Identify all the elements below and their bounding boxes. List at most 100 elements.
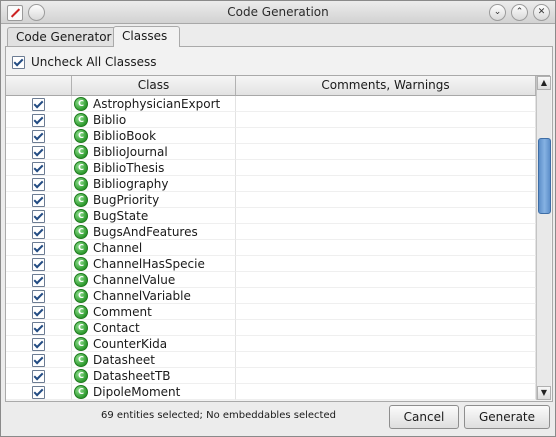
row-checkbox[interactable] bbox=[32, 306, 45, 319]
row-checkbox[interactable] bbox=[32, 146, 45, 159]
table-row[interactable]: C BugPriority bbox=[6, 192, 536, 208]
row-check-cell bbox=[6, 272, 72, 288]
table-row[interactable]: C Contact bbox=[6, 320, 536, 336]
window-title: Code Generation bbox=[227, 5, 329, 19]
table-row[interactable]: C Bibliography bbox=[6, 176, 536, 192]
tab-classes[interactable]: Classes bbox=[113, 26, 180, 47]
column-header-comments[interactable]: Comments, Warnings bbox=[236, 76, 536, 95]
row-comment-cell bbox=[236, 144, 536, 160]
uncheck-all-row[interactable]: Uncheck All Classess bbox=[12, 54, 156, 70]
row-class-cell: C Biblio bbox=[72, 112, 236, 128]
table-row[interactable]: C ChannelVariable bbox=[6, 288, 536, 304]
table-row[interactable]: C ChannelValue bbox=[6, 272, 536, 288]
table-row[interactable]: C BiblioThesis bbox=[6, 160, 536, 176]
row-class-cell: C ChannelVariable bbox=[72, 288, 236, 304]
table-row[interactable]: C CounterKida bbox=[6, 336, 536, 352]
column-header-class[interactable]: Class bbox=[72, 76, 236, 95]
class-icon: C bbox=[74, 272, 88, 287]
class-name: BugsAndFeatures bbox=[93, 224, 198, 239]
scroll-up-button[interactable]: ▲ bbox=[537, 76, 551, 90]
class-name: ChannelValue bbox=[93, 272, 176, 287]
class-name: BiblioJournal bbox=[93, 144, 168, 159]
title-bar[interactable]: Code Generation ⌄ ⌃ ✕ bbox=[1, 1, 555, 24]
close-button[interactable]: ✕ bbox=[533, 4, 550, 21]
class-icon: C bbox=[74, 336, 88, 351]
row-checkbox[interactable] bbox=[32, 130, 45, 143]
row-checkbox[interactable] bbox=[32, 354, 45, 367]
row-check-cell bbox=[6, 304, 72, 320]
row-checkbox[interactable] bbox=[32, 370, 45, 383]
class-name: Comment bbox=[93, 304, 152, 319]
class-icon: C bbox=[74, 224, 88, 239]
row-class-cell: C BiblioThesis bbox=[72, 160, 236, 176]
generate-button[interactable]: Generate bbox=[464, 405, 550, 429]
row-comment-cell bbox=[236, 112, 536, 128]
row-checkbox[interactable] bbox=[32, 242, 45, 255]
row-checkbox[interactable] bbox=[32, 162, 45, 175]
row-checkbox[interactable] bbox=[32, 210, 45, 223]
row-checkbox[interactable] bbox=[32, 194, 45, 207]
row-class-cell: C BugsAndFeatures bbox=[72, 224, 236, 240]
table-row[interactable]: C AstrophysicianExport bbox=[6, 96, 536, 112]
table-row[interactable]: C ChannelHasSpecie bbox=[6, 256, 536, 272]
row-checkbox[interactable] bbox=[32, 114, 45, 127]
tab-code-generator[interactable]: Code Generator bbox=[7, 27, 121, 46]
scroll-thumb[interactable] bbox=[538, 138, 551, 214]
row-class-cell: C Bibliography bbox=[72, 176, 236, 192]
class-name: BugPriority bbox=[93, 192, 160, 207]
table-row[interactable]: C BugsAndFeatures bbox=[6, 224, 536, 240]
vertical-scrollbar[interactable]: ▲ ▼ bbox=[536, 76, 551, 400]
row-check-cell bbox=[6, 320, 72, 336]
uncheck-all-label: Uncheck All Classess bbox=[31, 55, 157, 69]
table-row[interactable]: C Biblio bbox=[6, 112, 536, 128]
row-class-cell: C Channel bbox=[72, 240, 236, 256]
table-row[interactable]: C BugState bbox=[6, 208, 536, 224]
class-name: Datasheet bbox=[93, 352, 155, 367]
row-check-cell bbox=[6, 288, 72, 304]
row-class-cell: C Datasheet bbox=[72, 352, 236, 368]
row-checkbox[interactable] bbox=[32, 322, 45, 335]
row-comment-cell bbox=[236, 128, 536, 144]
maximize-button[interactable]: ⌃ bbox=[511, 4, 528, 21]
scroll-down-button[interactable]: ▼ bbox=[537, 386, 551, 400]
class-icon: C bbox=[74, 384, 88, 399]
row-class-cell: C DatasheetTB bbox=[72, 368, 236, 384]
row-class-cell: C Comment bbox=[72, 304, 236, 320]
class-name: Contact bbox=[93, 320, 140, 335]
minimize-button[interactable]: ⌄ bbox=[489, 4, 506, 21]
class-name: DipoleMoment bbox=[93, 384, 181, 399]
class-name: ChannelHasSpecie bbox=[93, 256, 205, 271]
row-check-cell bbox=[6, 336, 72, 352]
table-row[interactable]: C Channel bbox=[6, 240, 536, 256]
table-row[interactable]: C Datasheet bbox=[6, 352, 536, 368]
class-name: Channel bbox=[93, 240, 143, 255]
row-class-cell: C BiblioJournal bbox=[72, 144, 236, 160]
row-checkbox[interactable] bbox=[32, 98, 45, 111]
class-name: Bibliography bbox=[93, 176, 169, 191]
row-comment-cell bbox=[236, 256, 536, 272]
row-checkbox[interactable] bbox=[32, 290, 45, 303]
row-comment-cell bbox=[236, 272, 536, 288]
column-header-check[interactable] bbox=[6, 76, 72, 95]
row-comment-cell bbox=[236, 304, 536, 320]
row-class-cell: C ChannelHasSpecie bbox=[72, 256, 236, 272]
uncheck-all-checkbox[interactable] bbox=[12, 55, 25, 69]
cancel-button[interactable]: Cancel bbox=[389, 405, 459, 429]
row-checkbox[interactable] bbox=[32, 274, 45, 287]
row-checkbox[interactable] bbox=[32, 258, 45, 271]
table-row[interactable]: C BiblioJournal bbox=[6, 144, 536, 160]
table-row[interactable]: C BiblioBook bbox=[6, 128, 536, 144]
row-comment-cell bbox=[236, 224, 536, 240]
classes-table: Class Comments, Warnings C Astrophysician… bbox=[6, 75, 551, 400]
row-check-cell bbox=[6, 352, 72, 368]
row-checkbox[interactable] bbox=[32, 178, 45, 191]
table-row[interactable]: C DatasheetTB bbox=[6, 368, 536, 384]
row-checkbox[interactable] bbox=[32, 338, 45, 351]
table-row[interactable]: C DipoleMoment bbox=[6, 384, 536, 400]
row-check-cell bbox=[6, 208, 72, 224]
row-checkbox[interactable] bbox=[32, 386, 45, 399]
row-checkbox[interactable] bbox=[32, 226, 45, 239]
row-comment-cell bbox=[236, 384, 536, 400]
class-icon: C bbox=[74, 320, 88, 335]
table-row[interactable]: C Comment bbox=[6, 304, 536, 320]
